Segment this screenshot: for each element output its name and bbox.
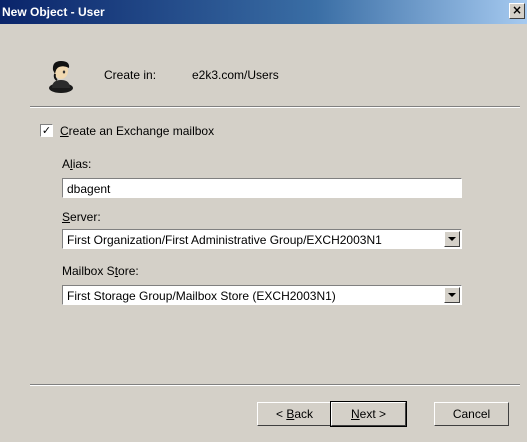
user-icon (49, 61, 73, 93)
close-button[interactable]: × (509, 3, 525, 19)
separator (30, 106, 520, 108)
mailbox-store-select[interactable]: First Storage Group/Mailbox Store (EXCH2… (62, 285, 462, 305)
server-value: First Organization/First Administrative … (67, 233, 382, 247)
dialog-window: New Object - User × Create in: e2k3.com/… (0, 0, 527, 442)
mailbox-store-dropdown-button[interactable] (444, 287, 460, 303)
create-in-path: e2k3.com/Users (192, 68, 279, 82)
create-in-label: Create in: (104, 68, 157, 82)
chevron-down-icon (448, 293, 456, 297)
next-button[interactable]: Next > (330, 401, 407, 427)
mailbox-store-value: First Storage Group/Mailbox Store (EXCH2… (67, 289, 336, 303)
server-label: Server: (62, 210, 101, 224)
button-separator (30, 384, 520, 386)
alias-input[interactable]: dbagent (62, 178, 462, 198)
create-mailbox-checkbox[interactable]: ✓ (40, 124, 53, 137)
mailbox-store-label: Mailbox Store: (62, 264, 139, 278)
window-title: New Object - User (2, 5, 105, 19)
title-bar: New Object - User × (0, 0, 527, 24)
chevron-down-icon (448, 237, 456, 241)
server-select[interactable]: First Organization/First Administrative … (62, 229, 462, 249)
alias-value: dbagent (67, 182, 111, 196)
alias-label: Alias: (62, 157, 92, 171)
create-mailbox-label[interactable]: Create an Exchange mailbox (60, 124, 214, 138)
cancel-button[interactable]: Cancel (434, 402, 509, 426)
back-button[interactable]: < Back (257, 402, 332, 426)
check-mark-icon: ✓ (41, 124, 52, 137)
close-icon: × (511, 3, 523, 17)
server-dropdown-button[interactable] (444, 231, 460, 247)
